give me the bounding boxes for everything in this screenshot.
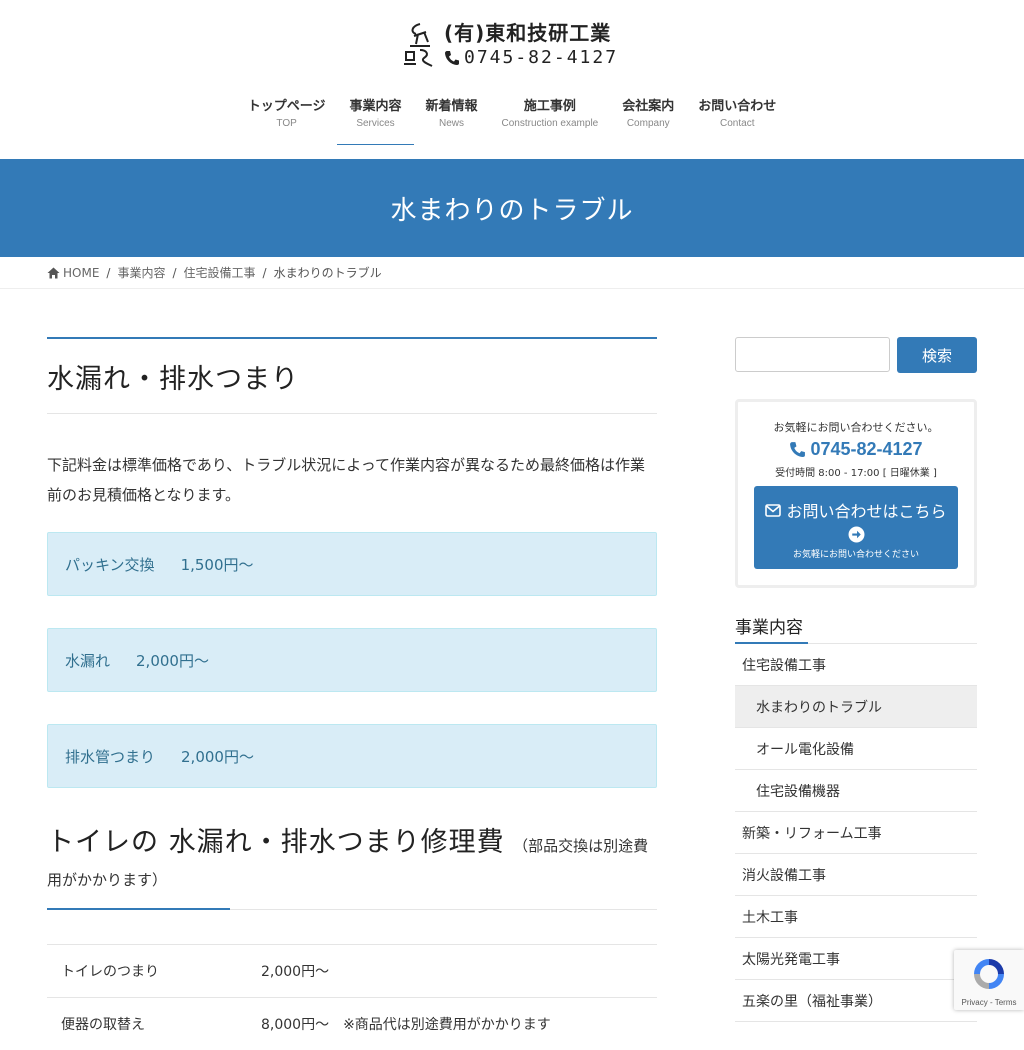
price-item-name: パッキン交換 [65,555,155,574]
contact-phone[interactable]: 0745-82-4127 [738,439,974,460]
toilet-section-heading: トイレの 水漏れ・排水つまり修理費 （部品交換は別途費用がかかります） [47,826,657,910]
sidebar-item-fire-equipment[interactable]: 消火設備工事 [735,854,977,896]
sidebar-item-welfare[interactable]: 五楽の里（福祉事業） [735,980,977,1022]
nav-sublabel: TOP [276,118,297,129]
price-box-packing: パッキン交換 1,500円～ [47,532,657,596]
recaptcha-links: Privacy - Terms [961,998,1017,1007]
toilet-heading-main: トイレの 水漏れ・排水つまり修理費 [47,827,505,858]
nav-label: 新着情報 [425,99,478,114]
contact-note: お気軽にお問い合わせください。 [773,421,939,434]
nav-sublabel: Construction example [501,118,599,129]
breadcrumb-home[interactable]: HOME [63,266,99,280]
nav-sublabel: Contact [720,118,755,129]
nav-label: お問い合わせ [698,99,777,114]
sidebar-item-housing-devices[interactable]: 住宅設備機器 [735,770,977,812]
nav-services[interactable]: 事業内容 Services [337,96,414,145]
nav-label: トップページ [247,99,326,114]
section-heading: 水漏れ・排水つまり [47,337,657,414]
nav-top[interactable]: トップページ TOP [236,96,338,145]
search-input[interactable] [735,337,890,372]
nav-label: 施工事例 [523,99,576,114]
breadcrumb-separator: / [262,265,267,280]
sidebar: 検索 お気軽にお問い合わせください。 0745-82-4127 受付時間 8:0… [735,337,977,1022]
header-phone-number: 0745-82-4127 [464,47,619,68]
header-phone: 0745-82-4127 [444,46,618,70]
recaptcha-icon [974,959,1004,989]
table-cell-item: トイレのつまり [61,964,159,980]
site-logo[interactable]: (有)東和技研工業 0745-82-4127 [400,18,630,72]
contact-button[interactable]: お問い合わせはこちら お気軽にお問い合わせください [754,486,958,569]
breadcrumb-housing-equipment[interactable]: 住宅設備工事 [184,264,256,281]
recaptcha-badge[interactable]: Privacy - Terms [954,950,1024,1010]
contact-widget: お気軽にお問い合わせください。 0745-82-4127 受付時間 8:00 -… [735,399,977,588]
breadcrumb-separator: / [106,265,111,280]
price-item-name: 排水管つまり [65,747,156,766]
price-item-value: 1,500円～ [180,555,254,574]
search-form: 検索 [735,337,977,373]
sidebar-item-all-electric[interactable]: オール電化設備 [735,728,977,770]
envelope-icon [765,503,782,517]
phone-icon [790,442,806,457]
sidebar-item-new-build-reform[interactable]: 新築・リフォーム工事 [735,812,977,854]
nav-label: 会社案内 [622,99,675,114]
sidebar-item-housing-equipment-works[interactable]: 住宅設備工事 [735,644,977,686]
breadcrumb: HOME / 事業内容 / 住宅設備工事 / 水まわりのトラブル [0,257,1024,289]
table-cell-item: 便器の取替え [61,1017,145,1033]
nav-company[interactable]: 会社案内 Company [610,96,686,145]
nav-sublabel: News [439,118,465,129]
search-button[interactable]: 検索 [897,337,977,373]
sidebar-item-water-trouble[interactable]: 水まわりのトラブル [735,686,977,728]
nav-construction-example[interactable]: 施工事例 Construction example [490,96,611,145]
global-nav: トップページ TOP 事業内容 Services 新着情報 News 施工事例 Cons… [0,96,1024,145]
table-row: トイレのつまり 2,000円～ [47,944,657,997]
price-item-value: 2,000円～ [136,651,209,670]
sidebar-item-civil-engineering[interactable]: 土木工事 [735,896,977,938]
home-icon [47,267,60,278]
contact-button-label: お問い合わせはこちら [786,502,947,521]
logo-mark-icon [404,23,433,67]
page-header-banner: 水まわりのトラブル [0,159,1024,257]
table-cell-price: 8,000円～ ※商品代は別途費用がかかります [261,1017,551,1033]
nav-label: 事業内容 [349,99,402,114]
price-item-name: 水漏れ [65,651,111,670]
nav-sublabel: Company [626,118,670,129]
section-heading-text: 水漏れ・排水つまり [47,363,299,395]
price-box-drain: 排水管つまり 2,000円～ [47,724,657,788]
price-item-value: 2,000円～ [181,747,254,766]
site-header: (有)東和技研工業 0745-82-4127 トップページ TOP 事業内容 Ser… [0,0,1024,159]
arrow-circle-right-icon [848,526,864,543]
price-note: 下記料金は標準価格であり、トラブル状況によって作業内容が異なるため最終価格は作業… [47,456,646,504]
price-box-leak: 水漏れ 2,000円～ [47,628,657,692]
contact-hours: 受付時間 8:00 - 17:00 [ 日曜休業 ] [775,468,937,479]
nav-contact[interactable]: お問い合わせ Contact [686,96,788,145]
main-content: 水漏れ・排水つまり 下記料金は標準価格であり、トラブル状況によって作業内容が異な… [47,337,657,1050]
breadcrumb-services[interactable]: 事業内容 [117,264,165,281]
phone-icon [445,51,459,65]
contact-button-sub: お気軽にお問い合わせください [792,550,919,560]
breadcrumb-separator: / [172,265,177,280]
company-name: (有)東和技研工業 [444,21,612,45]
sidebar-section-title: 事業内容 [735,613,977,644]
nav-news[interactable]: 新着情報 News [414,96,490,145]
sidebar-item-solar-power[interactable]: 太陽光発電工事 [735,938,977,980]
sidebar-menu: 住宅設備工事 水まわりのトラブル オール電化設備 住宅設備機器 新築・リフォーム… [735,644,977,1022]
breadcrumb-current: 水まわりのトラブル [273,266,382,280]
toilet-price-table: トイレのつまり 2,000円～ 便器の取替え 8,000円～ ※商品代は別途費用… [47,944,657,1050]
contact-phone-number: 0745-82-4127 [810,439,923,459]
table-cell-price: 2,000円～ [261,964,330,980]
page-title: 水まわりのトラブル [390,195,634,226]
nav-sublabel: Services [356,118,395,129]
